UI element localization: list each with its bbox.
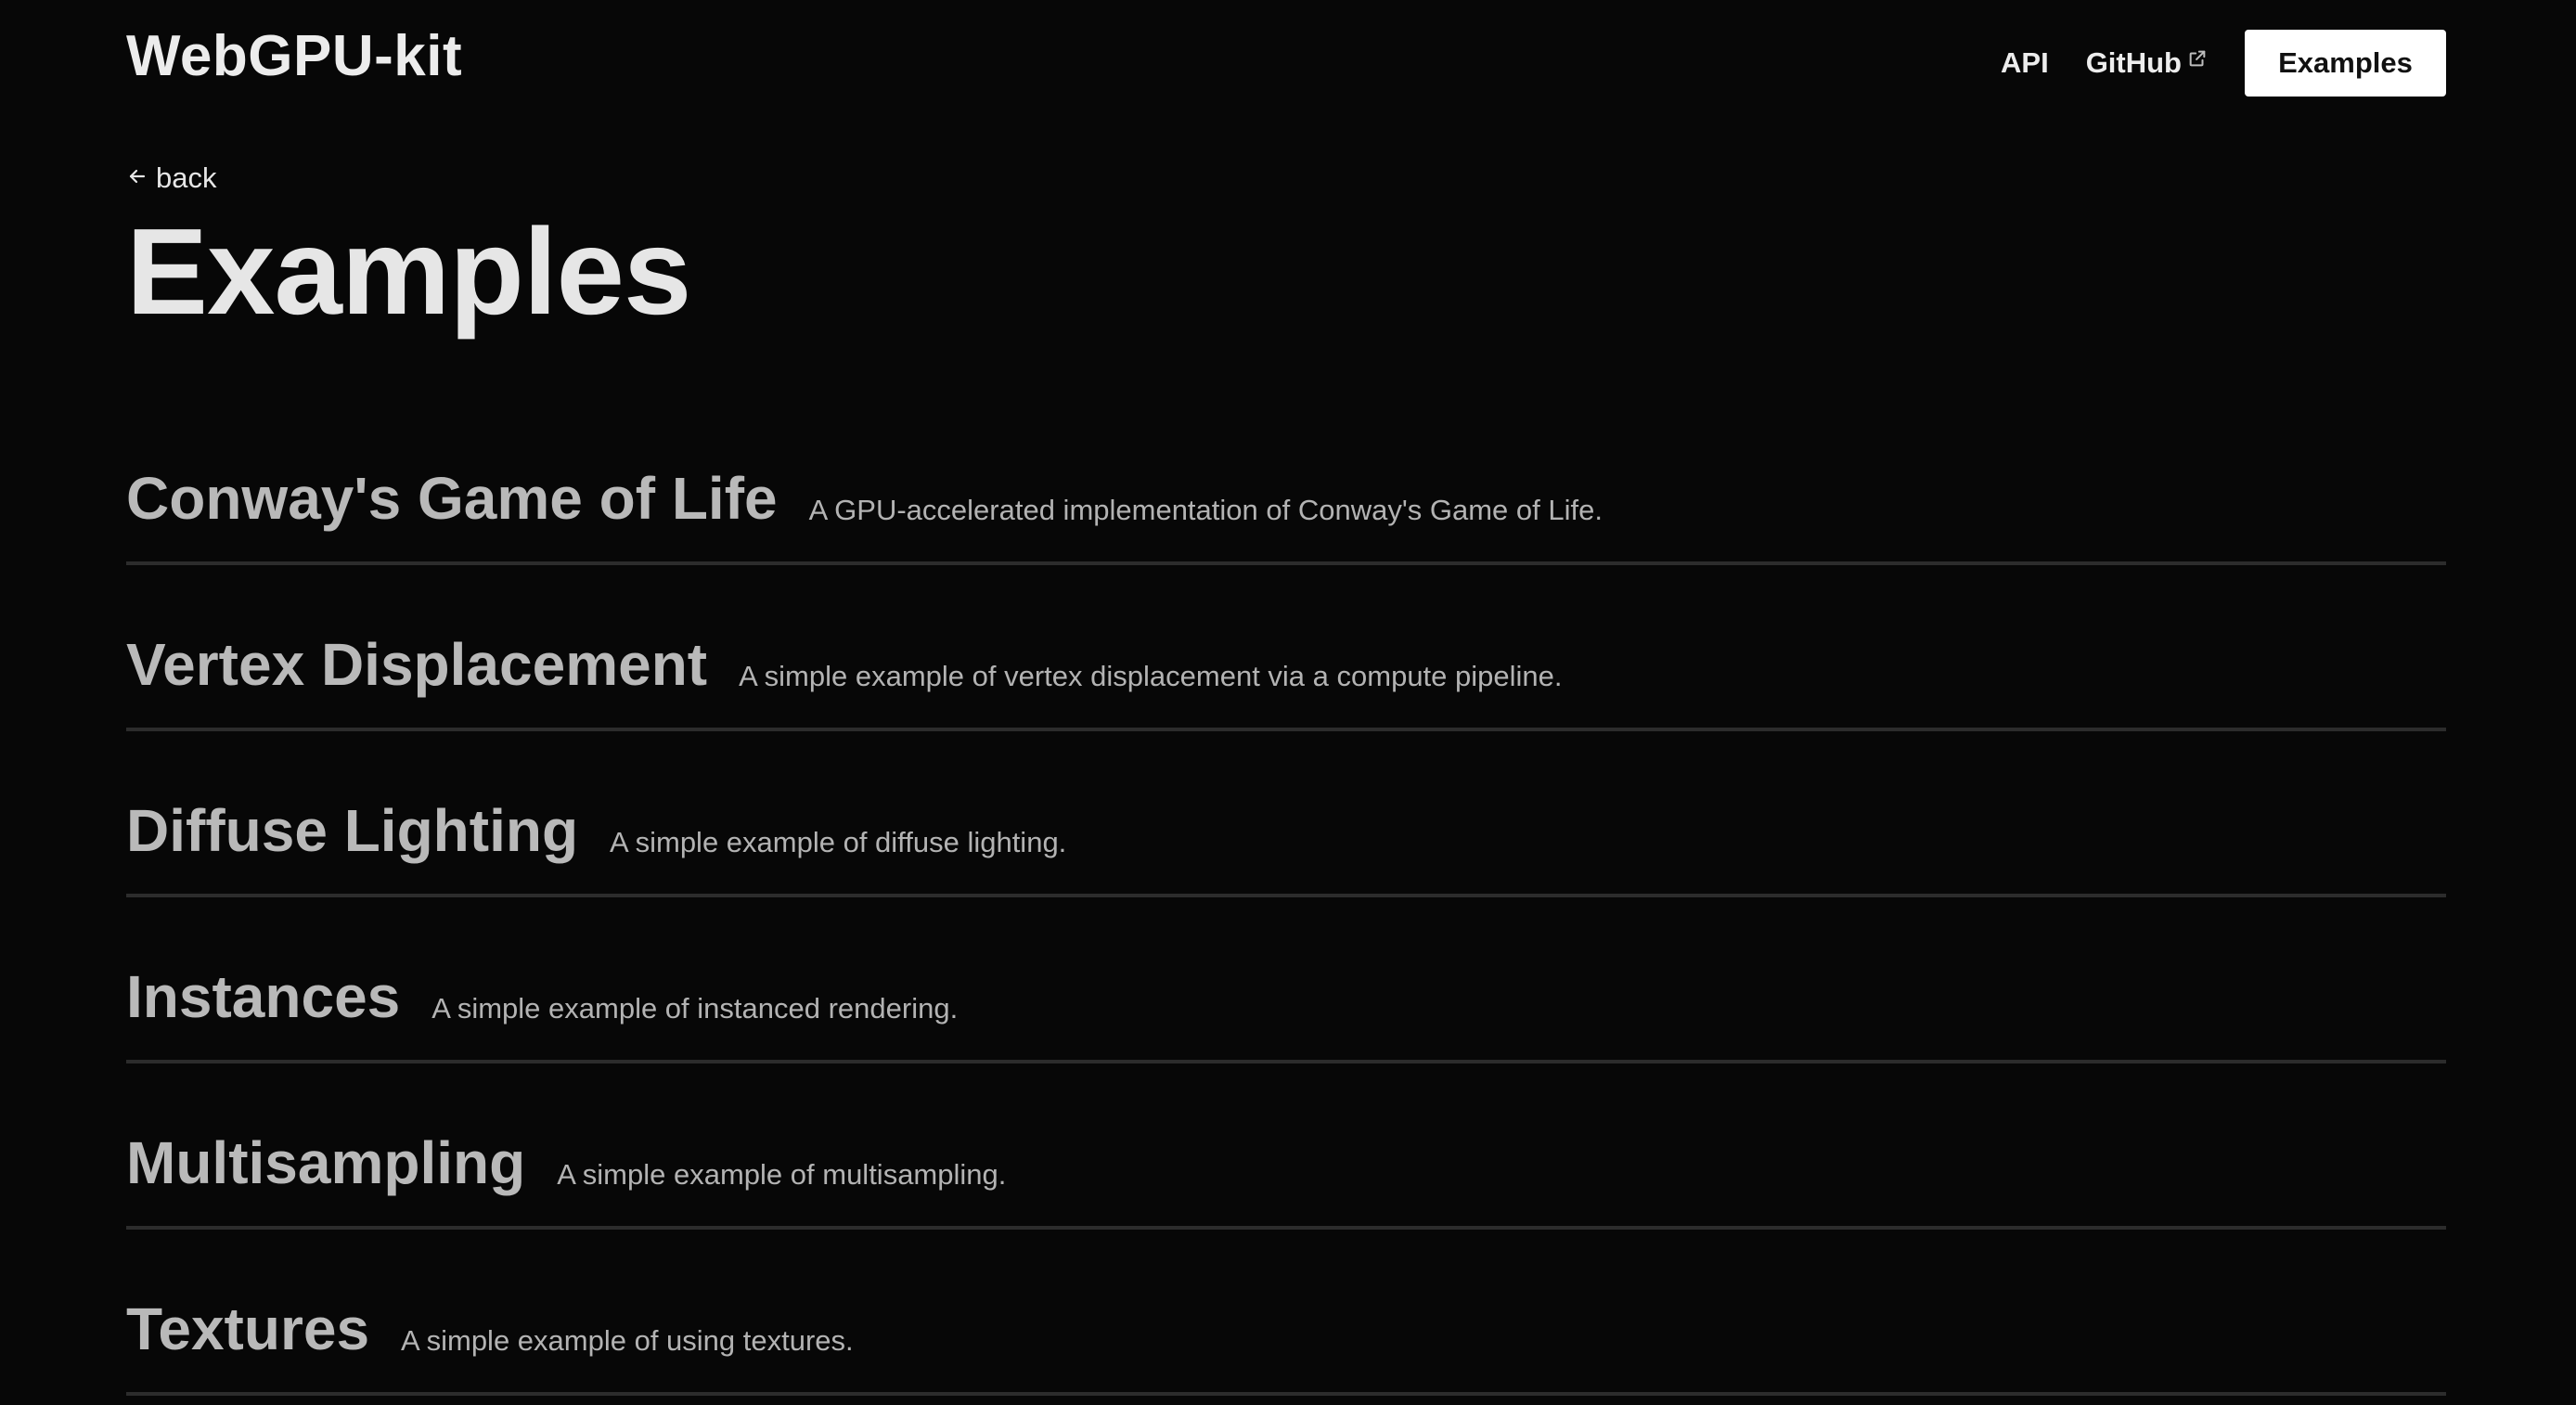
example-item[interactable]: Conway's Game of Life A GPU-accelerated … — [126, 402, 2446, 565]
nav-examples-button[interactable]: Examples — [2245, 30, 2446, 97]
example-item[interactable]: Diffuse Lighting A simple example of dif… — [126, 731, 2446, 897]
example-title: Vertex Displacement — [126, 631, 708, 698]
nav-github-label: GitHub — [2085, 46, 2182, 79]
example-description: A simple example of diffuse lighting. — [610, 826, 1067, 858]
example-description: A simple example of instanced rendering. — [431, 992, 959, 1025]
brand-logo[interactable]: WebGPU-kit — [126, 28, 462, 85]
arrow-left-icon — [126, 161, 148, 195]
example-title: Diffuse Lighting — [126, 797, 579, 864]
site-header: WebGPU-kit API GitHub Examples — [126, 0, 2446, 130]
nav-api-link[interactable]: API — [2001, 46, 2049, 80]
nav-github-link[interactable]: GitHub — [2086, 46, 2208, 80]
example-item[interactable]: Instances A simple example of instanced … — [126, 897, 2446, 1063]
top-nav: API GitHub Examples — [2001, 30, 2446, 97]
example-item[interactable]: Vertex Displacement A simple example of … — [126, 565, 2446, 731]
example-item[interactable]: Textures A simple example of using textu… — [126, 1230, 2446, 1396]
example-description: A GPU-accelerated implementation of Conw… — [808, 494, 1603, 526]
example-title: Multisampling — [126, 1129, 526, 1196]
external-link-icon — [2187, 43, 2208, 67]
example-title: Textures — [126, 1295, 370, 1362]
example-title: Instances — [126, 963, 401, 1030]
example-description: A simple example of vertex displacement … — [739, 660, 1563, 692]
examples-list: Conway's Game of Life A GPU-accelerated … — [126, 402, 2446, 1396]
example-title: Conway's Game of Life — [126, 465, 778, 532]
example-description: A simple example of multisampling. — [557, 1158, 1007, 1191]
example-description: A simple example of using textures. — [401, 1324, 854, 1357]
example-item[interactable]: Multisampling A simple example of multis… — [126, 1063, 2446, 1230]
back-label: back — [156, 161, 217, 194]
page-title: Examples — [126, 203, 691, 340]
page-container: WebGPU-kit API GitHub Examples back Exam… — [126, 0, 2446, 1396]
nav-examples-label: Examples — [2278, 46, 2413, 79]
nav-api-label: API — [2001, 46, 2049, 79]
back-link[interactable]: back — [126, 161, 216, 195]
